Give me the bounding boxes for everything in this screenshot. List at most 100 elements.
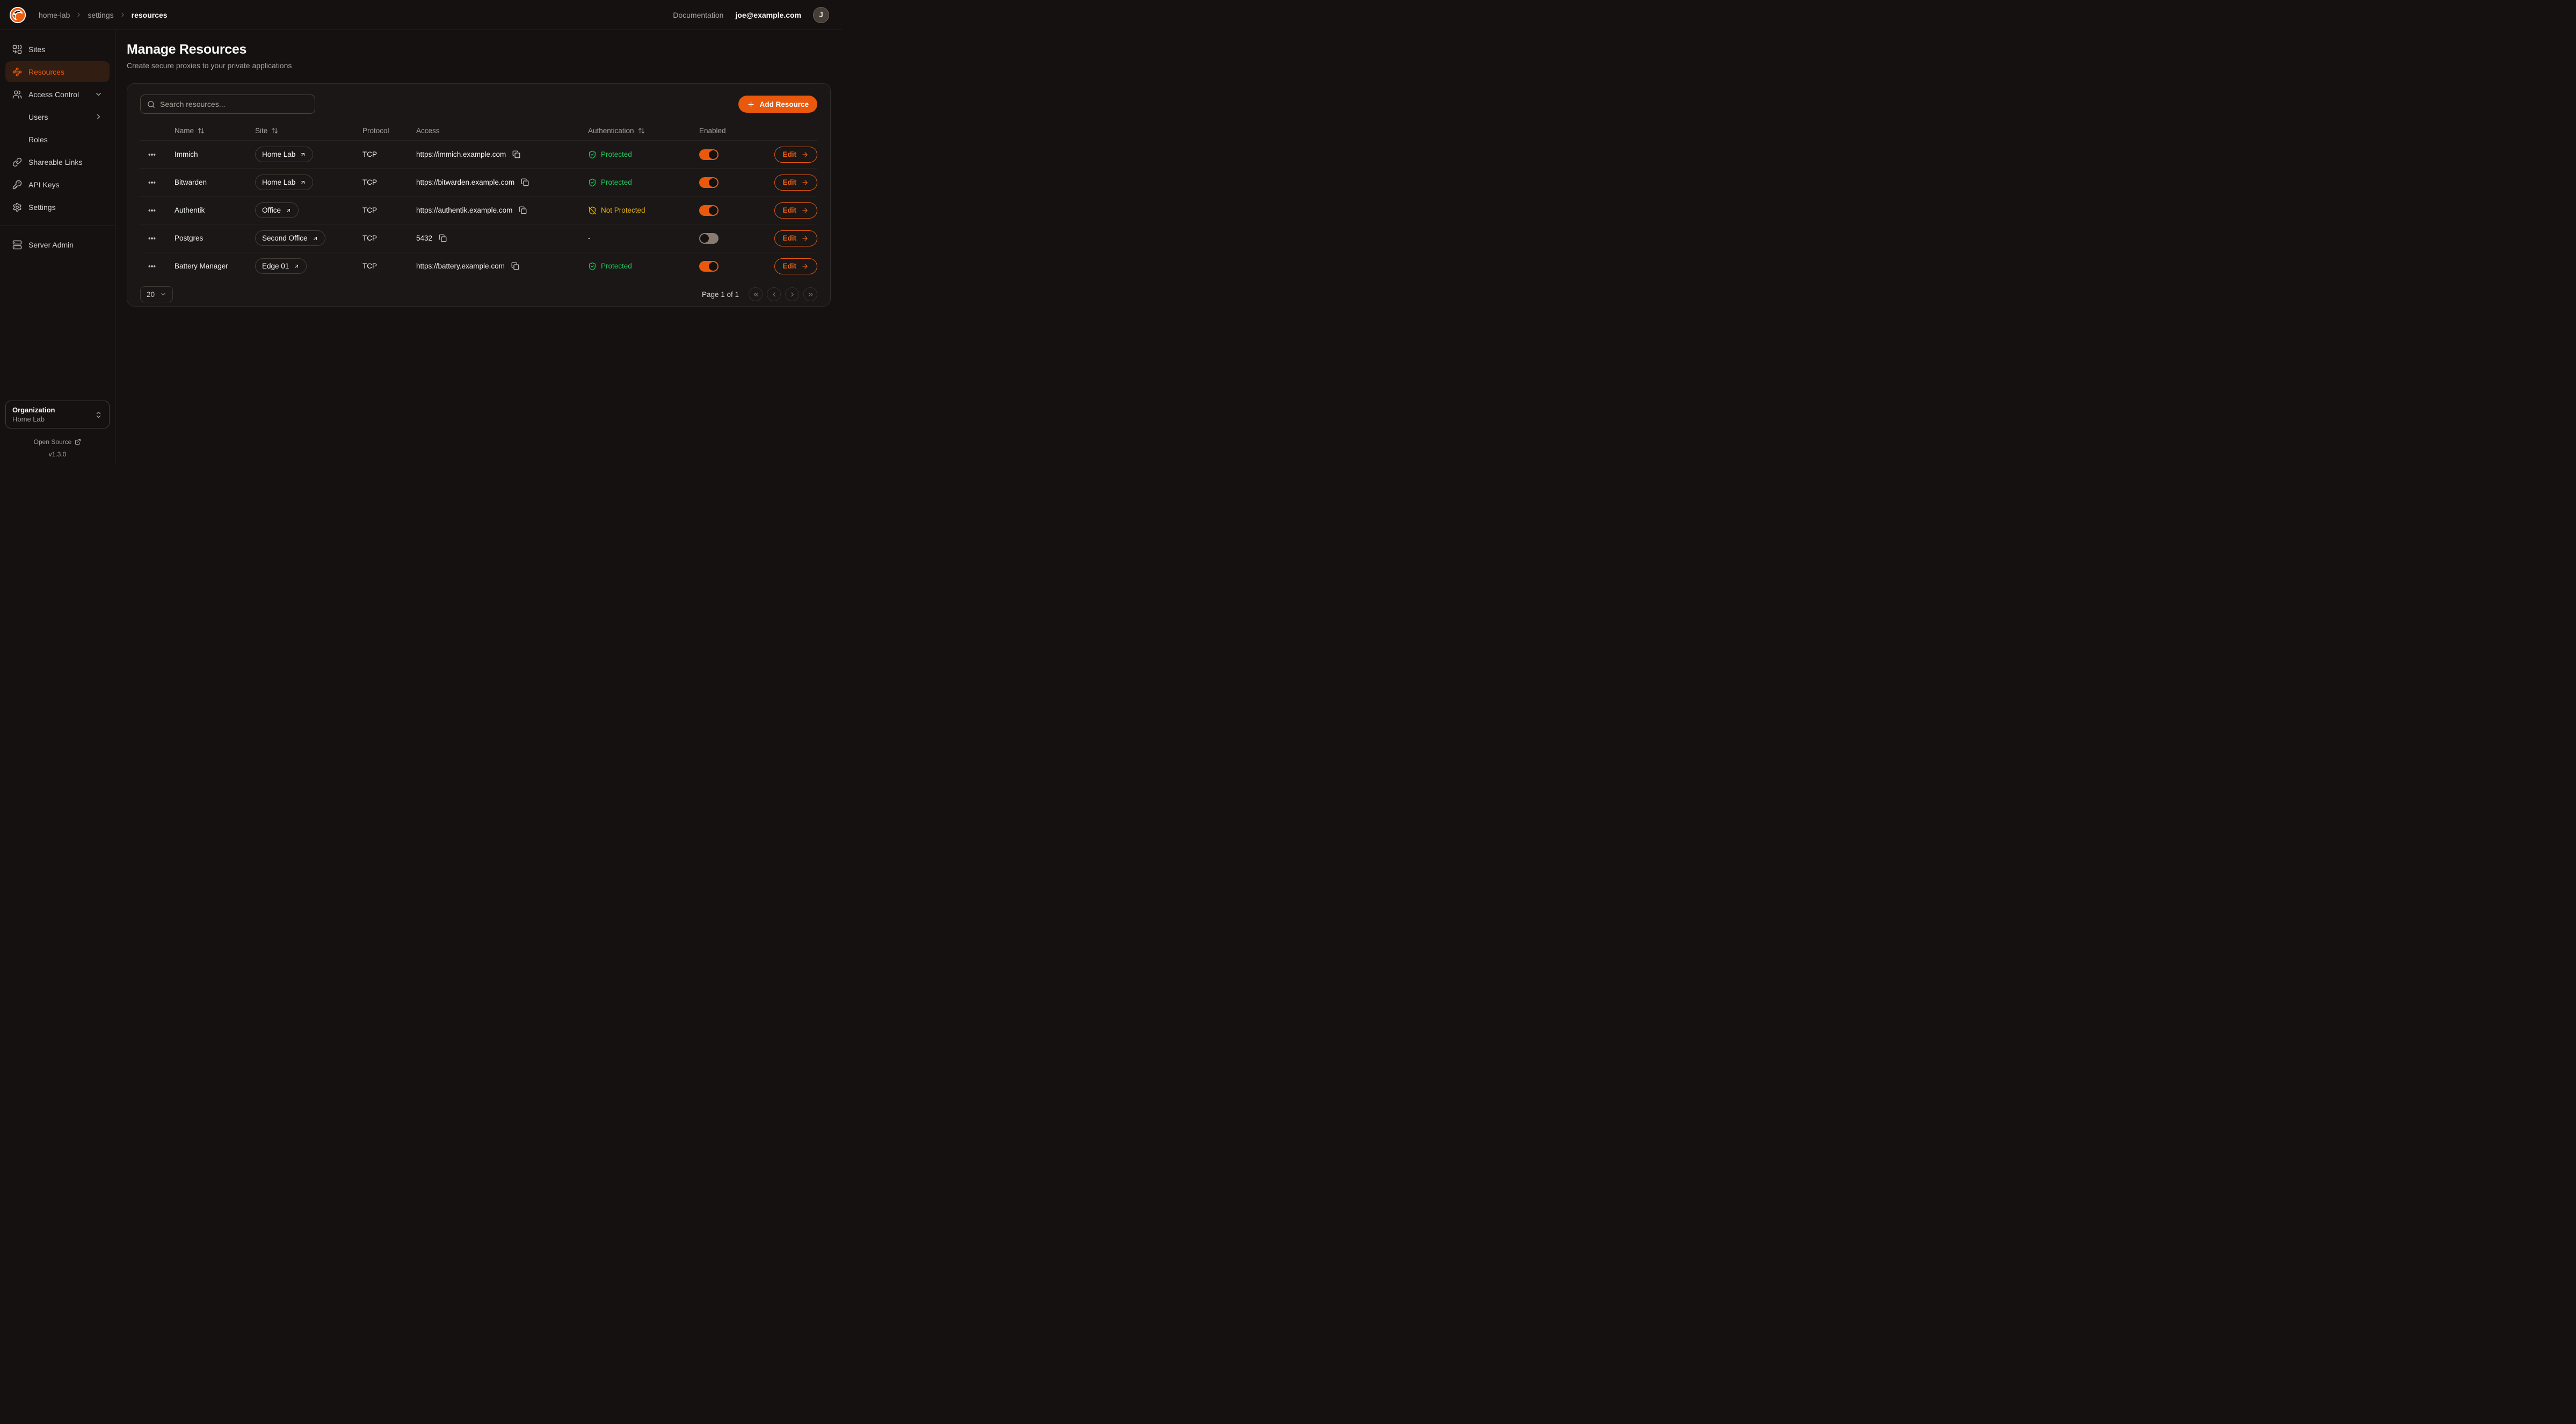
external-link-icon: [75, 439, 81, 445]
add-resource-button[interactable]: Add Resource: [738, 96, 817, 113]
user-email[interactable]: joe@example.com: [735, 11, 801, 19]
site-link[interactable]: Home Lab: [255, 147, 313, 162]
sidebar-item-users[interactable]: Users: [5, 106, 110, 127]
key-icon: [12, 180, 22, 190]
edit-button[interactable]: Edit: [774, 175, 818, 191]
enabled-toggle[interactable]: [699, 233, 719, 244]
first-page-button[interactable]: [749, 287, 763, 301]
sidebar-item-sites[interactable]: Sites: [5, 39, 110, 60]
copy-icon: [519, 206, 527, 214]
page-size-value: 20: [147, 290, 155, 299]
site-link[interactable]: Second Office: [255, 230, 325, 246]
site-link[interactable]: Edge 01: [255, 258, 307, 274]
site-link[interactable]: Office: [255, 202, 299, 218]
row-actions-menu-button[interactable]: [146, 232, 158, 245]
next-page-button[interactable]: [785, 287, 799, 301]
organization-label: Organization: [12, 405, 95, 415]
access-url: 5432: [416, 234, 432, 242]
resource-name: Postgres: [162, 234, 242, 242]
breadcrumb-org[interactable]: home-lab: [39, 11, 70, 19]
page-info: Page 1 of 1: [702, 290, 739, 299]
copy-icon: [521, 178, 529, 186]
auth-status-badge: Not Protected: [588, 206, 645, 215]
server-icon: [12, 240, 22, 250]
sidebar-item-server-admin[interactable]: Server Admin: [5, 234, 110, 255]
sidebar-item-label: Roles: [28, 135, 48, 144]
sidebar-item-resources[interactable]: Resources: [5, 61, 110, 82]
pangolin-logo-icon[interactable]: [9, 6, 27, 24]
copy-button[interactable]: [511, 149, 521, 159]
sidebar-item-label: Access Control: [28, 90, 79, 99]
main-content: Manage Resources Create secure proxies t…: [115, 30, 842, 466]
edit-button[interactable]: Edit: [774, 147, 818, 163]
protocol-value: TCP: [350, 206, 403, 214]
combine-icon: [12, 45, 22, 54]
sidebar-item-settings[interactable]: Settings: [5, 197, 110, 217]
page-size-select[interactable]: 20: [140, 286, 173, 302]
organization-selector[interactable]: Organization Home Lab: [5, 401, 110, 428]
sort-icon[interactable]: [638, 127, 645, 134]
search-input[interactable]: [160, 100, 308, 108]
edit-button[interactable]: Edit: [774, 230, 818, 246]
search-box: [140, 95, 315, 114]
toggle-knob: [709, 150, 717, 159]
last-page-button[interactable]: [803, 287, 817, 301]
shield-check-icon: [588, 150, 597, 159]
sidebar-item-shareable-links[interactable]: Shareable Links: [5, 151, 110, 172]
sort-icon[interactable]: [198, 127, 205, 134]
edit-button[interactable]: Edit: [774, 258, 818, 274]
column-header-site: Site: [255, 127, 267, 135]
enabled-toggle[interactable]: [699, 149, 719, 160]
edit-label: Edit: [783, 262, 797, 270]
row-actions-menu-button[interactable]: [146, 260, 158, 273]
chevron-right-icon: [119, 11, 126, 18]
site-name: Home Lab: [262, 150, 295, 158]
previous-page-button[interactable]: [767, 287, 781, 301]
copy-button[interactable]: [520, 177, 530, 187]
copy-button[interactable]: [438, 233, 448, 243]
arrow-right-icon: [801, 263, 809, 270]
enabled-toggle[interactable]: [699, 205, 719, 216]
resource-name: Authentik: [162, 206, 242, 214]
breadcrumb-settings[interactable]: settings: [88, 11, 113, 19]
copy-icon: [512, 150, 520, 158]
sidebar-item-label: Users: [28, 113, 48, 121]
sidebar-item-api-keys[interactable]: API Keys: [5, 174, 110, 195]
arrow-up-right-icon: [285, 207, 292, 214]
row-actions-menu-button[interactable]: [146, 204, 158, 217]
arrow-right-icon: [801, 235, 809, 242]
copy-button[interactable]: [510, 261, 520, 271]
site-name: Edge 01: [262, 262, 289, 270]
edit-label: Edit: [783, 150, 797, 158]
enabled-toggle[interactable]: [699, 177, 719, 188]
enabled-toggle[interactable]: [699, 261, 719, 272]
copy-button[interactable]: [518, 205, 528, 215]
site-name: Office: [262, 206, 281, 214]
pagination: 20 Page 1 of 1: [140, 286, 817, 302]
chevron-right-icon: [75, 11, 82, 18]
row-actions-menu-button[interactable]: [146, 148, 158, 161]
sidebar-item-roles[interactable]: Roles: [5, 129, 110, 150]
column-header-access: Access: [416, 127, 440, 135]
avatar[interactable]: J: [813, 7, 829, 23]
chevrons-up-down-icon: [95, 411, 103, 419]
edit-button[interactable]: Edit: [774, 202, 818, 219]
resources-card: Add Resource Name Site Pro: [127, 83, 831, 307]
arrow-up-right-icon: [300, 151, 306, 158]
sidebar-item-label: Resources: [28, 68, 64, 76]
documentation-link[interactable]: Documentation: [673, 11, 723, 19]
column-header-enabled: Enabled: [699, 127, 726, 135]
topbar: home-lab settings resources Documentatio…: [0, 0, 842, 30]
row-actions-menu-button[interactable]: [146, 176, 158, 189]
open-source-link[interactable]: Open Source: [5, 438, 110, 446]
protocol-value: TCP: [350, 150, 403, 158]
chevron-down-icon: [160, 291, 166, 297]
sort-icon[interactable]: [271, 127, 278, 134]
sidebar-item-access-control[interactable]: Access Control: [5, 84, 110, 105]
shield-off-icon: [588, 206, 597, 215]
page-subtitle: Create secure proxies to your private ap…: [127, 61, 831, 70]
breadcrumb-resources[interactable]: resources: [132, 11, 168, 19]
auth-status-badge: -: [588, 234, 591, 242]
access-url: https://immich.example.com: [416, 150, 506, 158]
site-link[interactable]: Home Lab: [255, 175, 313, 190]
